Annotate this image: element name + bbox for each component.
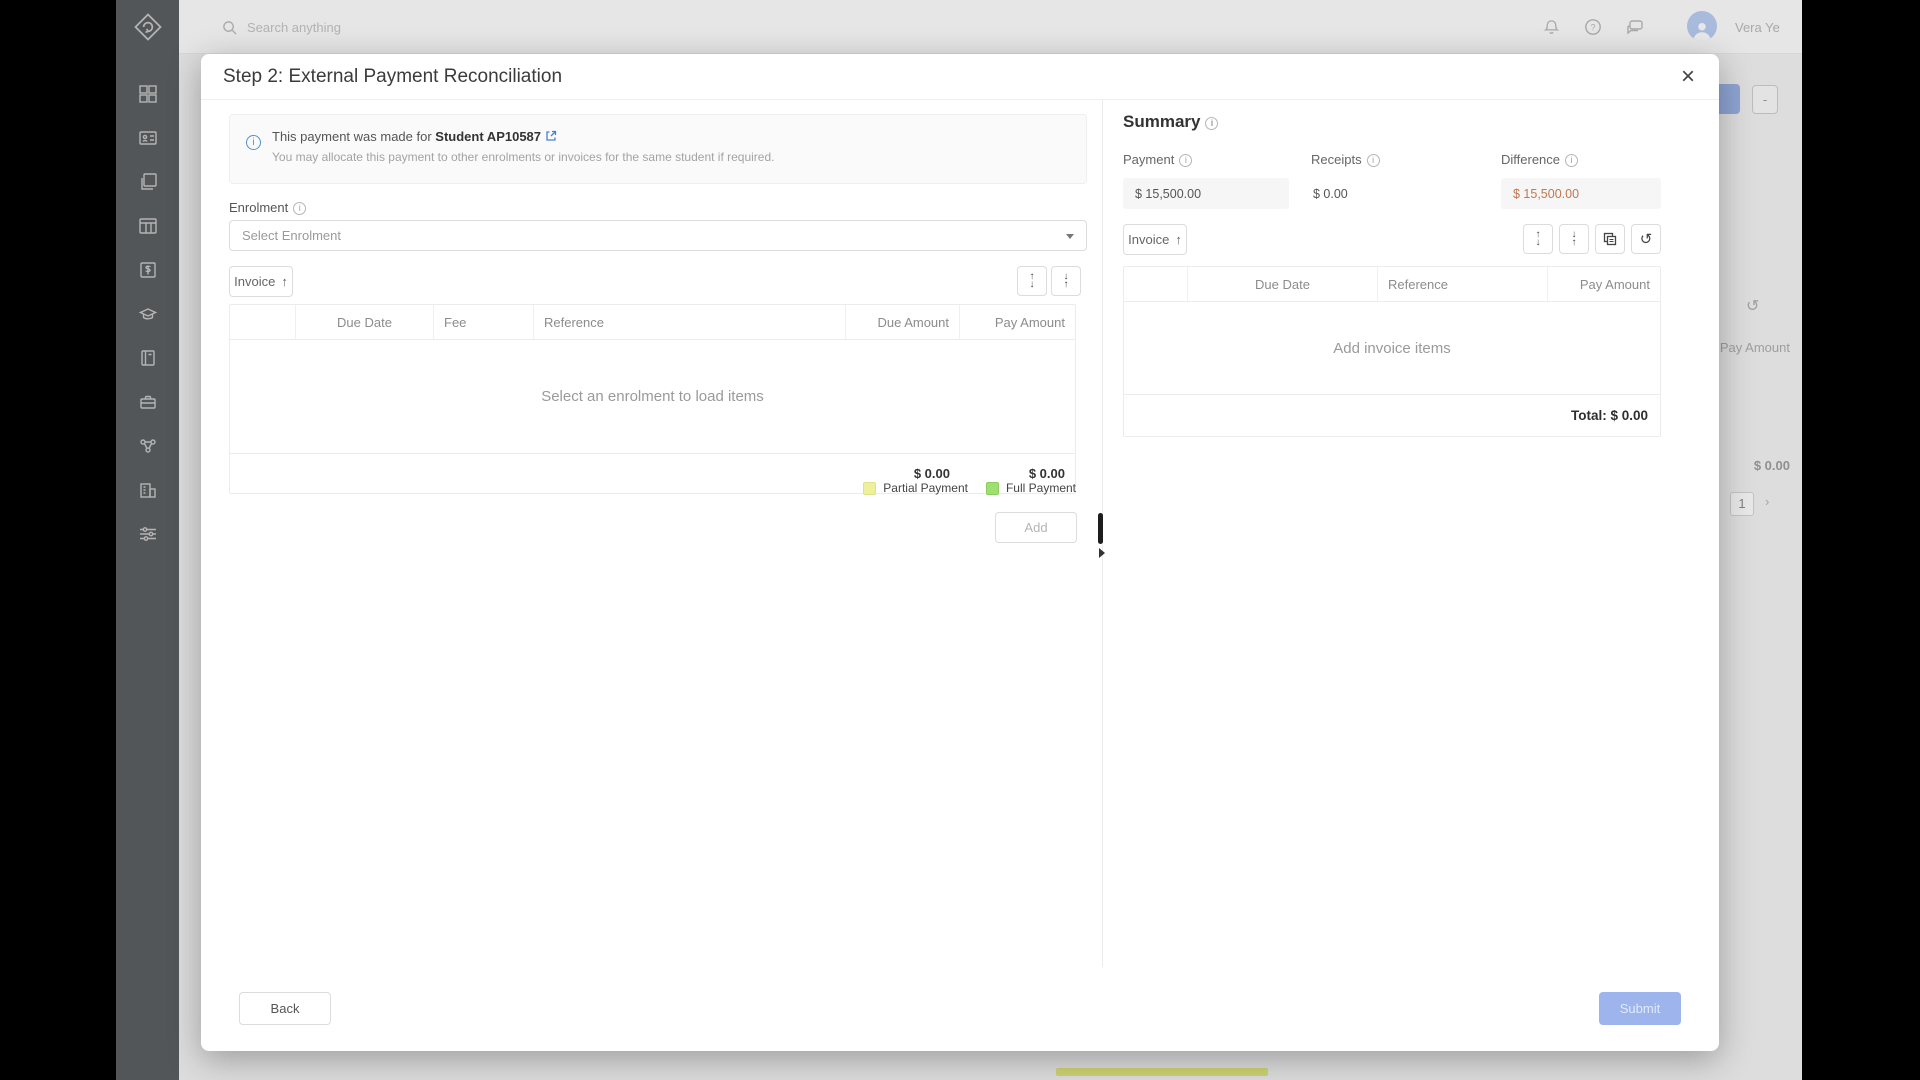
summary-table: Due Date Reference Pay Amount Add invoic…	[1123, 266, 1661, 437]
summary-table-header-row: Due Date Reference Pay Amount	[1124, 267, 1660, 302]
info-icon: i	[293, 202, 306, 215]
info-icon: i	[1565, 154, 1578, 167]
legend-partial-payment: Partial Payment	[863, 481, 968, 495]
column-due-date[interactable]: Due Date	[296, 305, 434, 339]
payment-value: $ 15,500.00	[1123, 178, 1289, 209]
back-button[interactable]: Back	[239, 992, 331, 1025]
banner-line1: This payment was made for Student AP1058…	[272, 129, 775, 145]
column-select	[230, 305, 296, 339]
banner-line2: You may allocate this payment to other e…	[272, 150, 775, 164]
receipts-value: $ 0.00	[1311, 178, 1350, 209]
modal-title: Step 2: External Payment Reconciliation	[223, 54, 562, 100]
info-icon: i	[1179, 154, 1192, 167]
chevron-down-icon	[1066, 234, 1074, 239]
expand-all-button[interactable]: ↑↓	[1017, 266, 1047, 296]
summary-expand-all-button[interactable]: ↑↓	[1523, 224, 1553, 254]
enrolment-items-table: Due Date Fee Reference Due Amount Pay Am…	[229, 304, 1076, 494]
enrolment-label: Enrolmenti	[229, 200, 306, 215]
add-button[interactable]: Add	[995, 512, 1077, 543]
column-reference[interactable]: Reference	[1378, 267, 1548, 301]
external-link-icon[interactable]	[545, 130, 557, 145]
pane-resize-handle[interactable]	[1098, 513, 1103, 544]
pane-collapse-arrow-icon[interactable]	[1099, 548, 1105, 558]
summary-title: Summaryi	[1123, 112, 1218, 132]
summary-total: Total: $ 0.00	[1124, 394, 1660, 436]
submit-button[interactable]: Submit	[1599, 992, 1681, 1025]
summary-empty-state-text: Add invoice items	[1124, 302, 1660, 394]
info-icon: i	[1205, 117, 1218, 130]
enrolment-select-placeholder: Select Enrolment	[242, 228, 341, 243]
invoice-sort-button[interactable]: Invoice↑	[229, 266, 293, 297]
student-info-banner: i This payment was made for Student AP10…	[229, 114, 1087, 184]
table-header-row: Due Date Fee Reference Due Amount Pay Am…	[230, 305, 1075, 340]
column-fee[interactable]: Fee	[434, 305, 534, 339]
close-icon[interactable]: ×	[1673, 62, 1703, 92]
column-due-date[interactable]: Due Date	[1188, 267, 1378, 301]
info-icon: i	[1367, 154, 1380, 167]
legend-full-payment: Full Payment	[986, 481, 1076, 495]
enrolment-select[interactable]: Select Enrolment	[229, 220, 1087, 251]
total-pay-amount: $ 0.00	[960, 466, 1075, 481]
payment-label: Paymenti	[1123, 152, 1192, 167]
reset-icon[interactable]: ↺	[1631, 224, 1661, 254]
difference-value: $ 15,500.00	[1501, 178, 1661, 209]
summary-invoice-sort-button[interactable]: Invoice↑	[1123, 224, 1187, 255]
difference-label: Differencei	[1501, 152, 1578, 167]
empty-state-text: Select an enrolment to load items	[230, 340, 1075, 453]
column-pay-amount[interactable]: Pay Amount	[1548, 267, 1660, 301]
column-reference[interactable]: Reference	[534, 305, 846, 339]
receipts-label: Receiptsi	[1311, 152, 1380, 167]
sort-ascending-icon: ↑	[1175, 232, 1182, 247]
summary-collapse-all-button[interactable]: ↓↑	[1559, 224, 1589, 254]
payment-reconciliation-modal: Step 2: External Payment Reconciliation …	[201, 54, 1719, 1051]
total-due-amount: $ 0.00	[846, 466, 960, 481]
column-due-amount[interactable]: Due Amount	[846, 305, 960, 339]
modal-header: Step 2: External Payment Reconciliation …	[201, 54, 1719, 100]
student-link[interactable]: Student AP10587	[435, 129, 541, 144]
sort-ascending-icon: ↑	[281, 274, 288, 289]
copy-icon[interactable]	[1595, 224, 1625, 254]
collapse-all-button[interactable]: ↓↑	[1051, 266, 1081, 296]
payment-legend: Partial Payment Full Payment	[229, 481, 1076, 495]
info-icon: i	[246, 135, 261, 150]
full-payment-swatch	[986, 482, 999, 495]
column-select	[1124, 267, 1188, 301]
partial-payment-swatch	[863, 482, 876, 495]
column-pay-amount[interactable]: Pay Amount	[960, 305, 1075, 339]
